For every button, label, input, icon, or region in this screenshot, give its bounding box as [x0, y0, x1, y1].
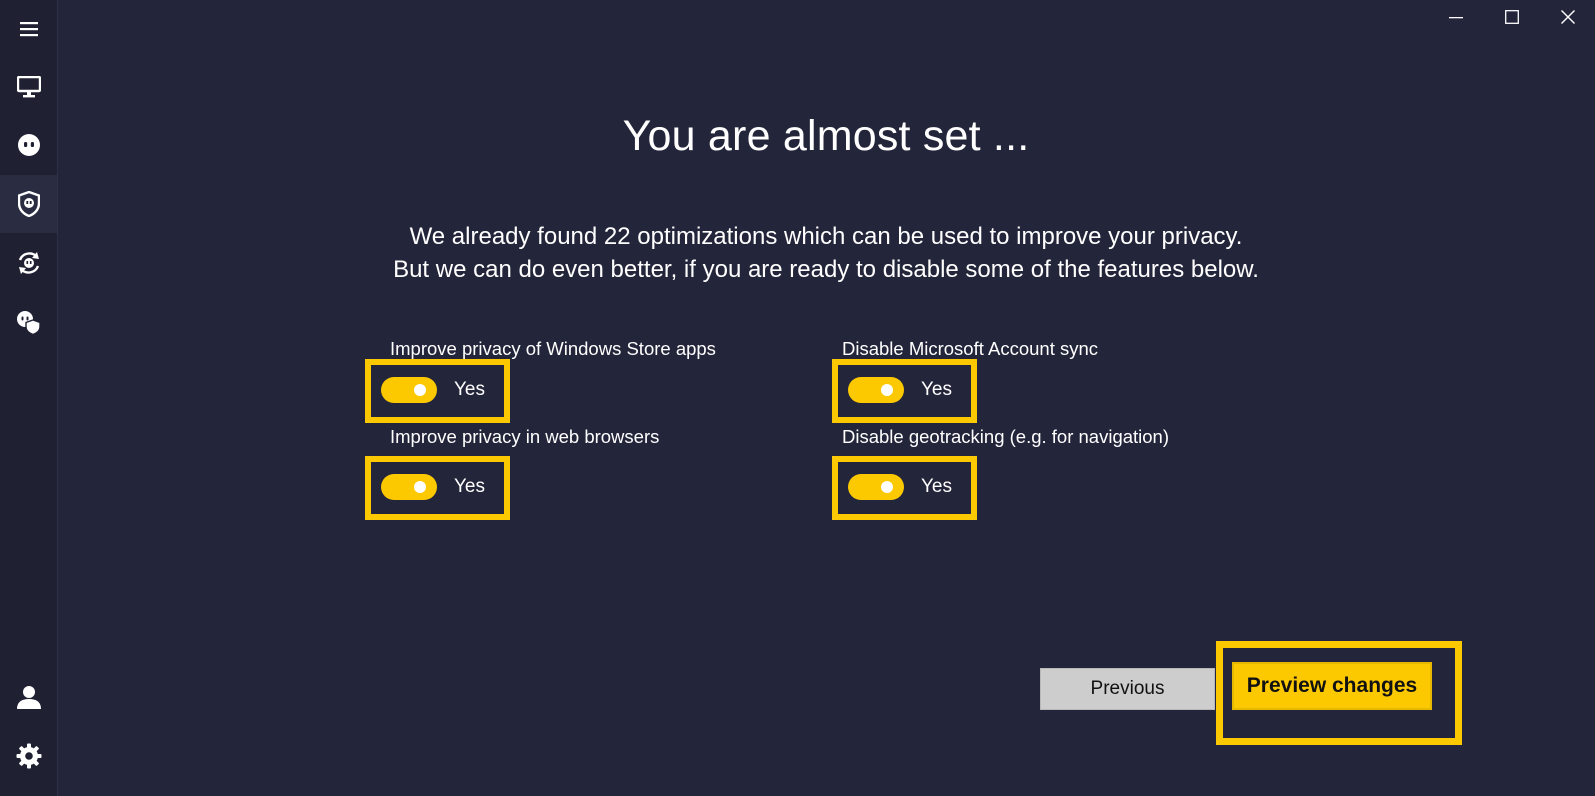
option-geotracking: Yes [832, 456, 977, 520]
toggle-state-label: Yes [454, 379, 485, 400]
shield-icon [17, 191, 40, 217]
page-title: You are almost set ... [622, 112, 1030, 160]
toggle-state-label: Yes [921, 476, 952, 497]
previous-button[interactable]: Previous [1040, 668, 1215, 710]
sidebar-item-account[interactable] [0, 668, 57, 726]
option-label-geotracking: Disable geotracking (e.g. for navigation… [842, 426, 1170, 447]
option-store-apps: Yes [365, 359, 510, 423]
preview-changes-highlight: Preview changes [1216, 641, 1462, 745]
ghost-shield-icon [16, 311, 41, 335]
option-account-sync: Yes [832, 359, 977, 423]
menu-icon [19, 22, 38, 37]
toggle-web-browsers[interactable] [381, 474, 437, 500]
minimize-button[interactable] [1428, 0, 1484, 34]
toggle-geotracking[interactable] [848, 474, 904, 500]
sidebar [0, 0, 58, 796]
toggle-store-apps[interactable] [381, 377, 437, 403]
sidebar-item-cleaner[interactable] [0, 234, 57, 292]
maximize-icon [1505, 10, 1519, 24]
option-label-store-apps: Improve privacy of Windows Store apps [390, 338, 716, 359]
monitor-icon [16, 76, 41, 98]
sidebar-item-privacy-shield[interactable] [0, 175, 57, 233]
toggle-knob [881, 481, 893, 493]
maximize-button[interactable] [1484, 0, 1540, 34]
option-label-account-sync: Disable Microsoft Account sync [842, 338, 1099, 359]
description-line-2: But we can do even better, if you are re… [393, 256, 1259, 283]
toggle-knob [881, 384, 893, 396]
sidebar-item-dashboard[interactable] [0, 58, 57, 116]
menu-button[interactable] [0, 0, 57, 58]
app-window: You are almost set ... We already found … [0, 0, 1595, 796]
sidebar-item-settings[interactable] [0, 727, 57, 785]
ghost-icon [17, 134, 40, 156]
sidebar-item-protection[interactable] [0, 293, 57, 351]
refresh-icon [18, 252, 39, 274]
close-button[interactable] [1540, 0, 1595, 34]
toggle-state-label: Yes [454, 476, 485, 497]
minimize-icon [1449, 17, 1463, 19]
toggle-knob [414, 481, 426, 493]
toggle-account-sync[interactable] [848, 377, 904, 403]
option-web-browsers: Yes [365, 456, 510, 520]
page-description: We already found 22 optimizations which … [57, 220, 1595, 286]
description-line-1: We already found 22 optimizations which … [409, 223, 1243, 250]
toggle-knob [414, 384, 426, 396]
close-icon [1561, 10, 1575, 24]
option-label-web-browsers: Improve privacy in web browsers [390, 426, 660, 447]
sidebar-item-ghost[interactable] [0, 116, 57, 174]
preview-changes-button[interactable]: Preview changes [1232, 662, 1432, 710]
gear-icon [16, 743, 41, 769]
user-icon [16, 686, 41, 709]
toggle-state-label: Yes [921, 379, 952, 400]
